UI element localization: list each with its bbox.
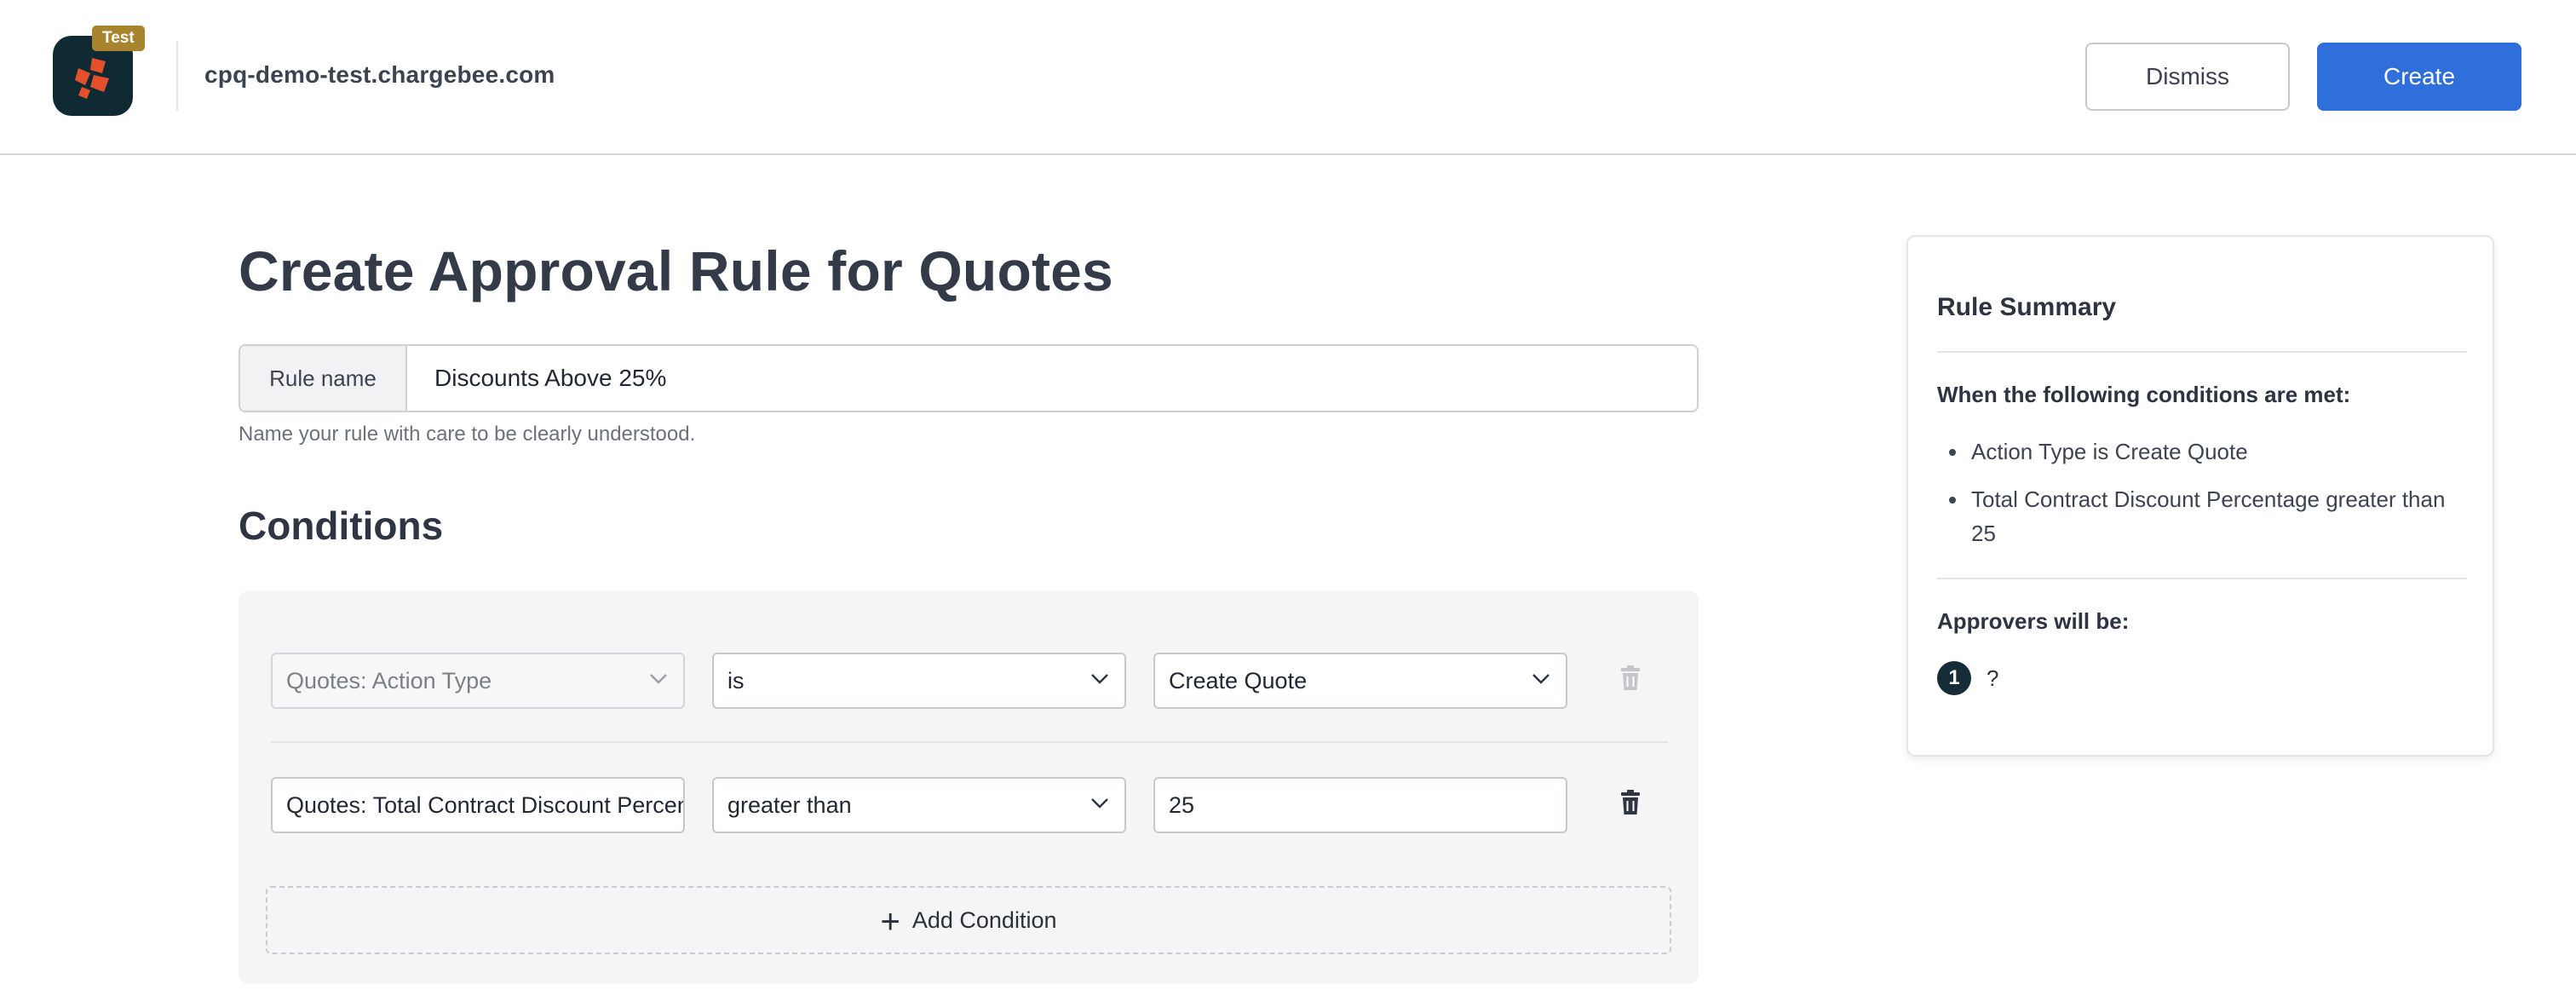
add-condition-button[interactable]: + Add Condition bbox=[266, 886, 1671, 954]
rule-summary-title: Rule Summary bbox=[1937, 293, 2117, 321]
dismiss-button[interactable]: Dismiss bbox=[2085, 43, 2290, 111]
chevron-down-icon bbox=[1091, 674, 1108, 684]
summary-condition-item: Total Contract Discount Percentage great… bbox=[1937, 482, 2457, 550]
summary-divider bbox=[1937, 578, 2467, 579]
condition-row: Quotes: Action Type is Create Quote bbox=[271, 653, 1668, 709]
condition-value: Create Quote bbox=[1169, 668, 1308, 694]
summary-condition-list: Action Type is Create Quote Total Contra… bbox=[1937, 435, 2457, 564]
header-divider bbox=[176, 41, 178, 111]
test-mode-badge: Test bbox=[92, 26, 145, 51]
condition-field-value: Quotes: Total Contract Discount Percenta… bbox=[286, 792, 683, 818]
condition-row: Quotes: Total Contract Discount Percenta… bbox=[271, 777, 1668, 833]
chevron-down-icon bbox=[1532, 674, 1550, 684]
condition-operator-value: is bbox=[727, 668, 745, 694]
conditions-met-heading: When the following conditions are met: bbox=[1937, 382, 2351, 407]
condition-field-select[interactable]: Quotes: Total Contract Discount Percenta… bbox=[271, 777, 685, 833]
rule-name-group: Rule name bbox=[239, 344, 1699, 412]
top-bar: Test cpq-demo-test.chargebee.com Dismiss… bbox=[0, 0, 2576, 155]
trash-icon bbox=[1621, 665, 1640, 690]
approvers-heading: Approvers will be: bbox=[1937, 608, 2130, 634]
site-domain: cpq-demo-test.chargebee.com bbox=[204, 61, 555, 88]
trash-icon[interactable] bbox=[1613, 786, 1647, 820]
condition-operator-select[interactable]: greater than bbox=[712, 777, 1126, 833]
summary-condition-item: Action Type is Create Quote bbox=[1937, 435, 2457, 469]
approver-entry: 1? bbox=[1937, 661, 1998, 695]
page-title: Create Approval Rule for Quotes bbox=[239, 239, 1113, 302]
condition-row-divider bbox=[271, 741, 1668, 743]
condition-field-value: Quotes: Action Type bbox=[286, 668, 492, 694]
create-button[interactable]: Create bbox=[2317, 43, 2521, 111]
condition-value-input[interactable]: 25 bbox=[1153, 777, 1567, 833]
chevron-down-icon bbox=[1091, 798, 1108, 809]
rule-name-label: Rule name bbox=[240, 346, 407, 411]
condition-value: 25 bbox=[1169, 792, 1195, 818]
condition-operator-select[interactable]: is bbox=[712, 653, 1126, 709]
condition-field-select: Quotes: Action Type bbox=[271, 653, 685, 709]
conditions-heading: Conditions bbox=[239, 504, 444, 548]
plus-icon: + bbox=[880, 903, 900, 941]
condition-value-select[interactable]: Create Quote bbox=[1153, 653, 1567, 709]
rule-name-input[interactable] bbox=[407, 346, 1697, 411]
conditions-panel: Quotes: Action Type is Create Quote Quot… bbox=[239, 591, 1699, 983]
rule-summary-card: Rule Summary When the following conditio… bbox=[1906, 235, 2494, 757]
approver-step-badge: 1 bbox=[1937, 661, 1971, 695]
approver-name: ? bbox=[1987, 665, 1999, 691]
add-condition-label: Add Condition bbox=[911, 907, 1057, 933]
rule-name-help-text: Name your rule with care to be clearly u… bbox=[239, 423, 696, 446]
summary-divider bbox=[1937, 351, 2467, 353]
chevron-down-icon bbox=[650, 674, 667, 684]
condition-operator-value: greater than bbox=[727, 792, 852, 818]
